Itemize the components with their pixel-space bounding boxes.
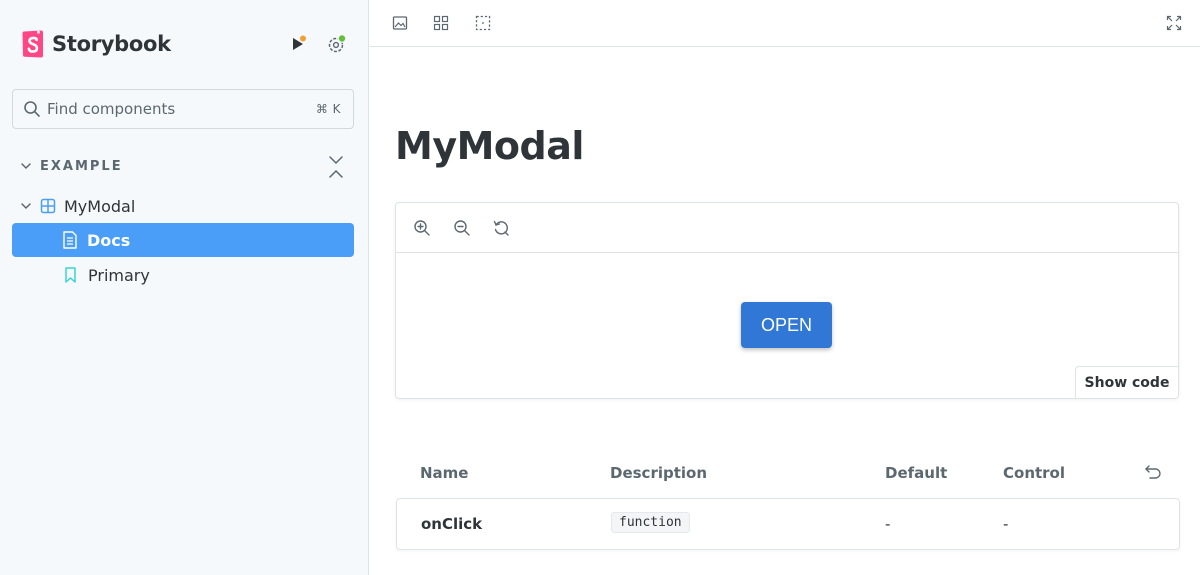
arg-default: - (885, 515, 891, 533)
sidebar-item-label: MyModal (64, 196, 136, 216)
settings-gear-icon (328, 34, 347, 53)
column-header-description: Description (610, 464, 708, 482)
group-example[interactable]: EXAMPLE (20, 155, 350, 177)
table-row: onClick function - - (396, 498, 1180, 550)
brand-name: Storybook (52, 32, 171, 56)
toolbar-background-button[interactable] (389, 12, 411, 34)
toolbar-grid-button[interactable] (430, 12, 452, 34)
search-box[interactable]: ⌘ K (12, 89, 354, 129)
reset-zoom-button[interactable] (491, 218, 511, 238)
search-shortcut-hint: ⌘ K (315, 102, 341, 116)
zoom-in-button[interactable] (412, 218, 432, 238)
outline-icon (475, 15, 491, 31)
toolbar (370, 0, 1200, 47)
chevron-down-icon (21, 163, 31, 170)
column-header-name: Name (420, 464, 469, 482)
search-input[interactable] (47, 100, 316, 118)
arg-control: - (1003, 515, 1009, 533)
grid-icon (433, 15, 449, 31)
component-icon (40, 198, 56, 214)
fullscreen-icon (1166, 15, 1182, 31)
addons-play-button[interactable] (286, 32, 310, 56)
show-code-button[interactable]: Show code (1075, 366, 1178, 398)
arg-name: onClick (421, 515, 483, 533)
fullscreen-button[interactable] (1163, 12, 1185, 34)
reset-args-icon[interactable] (1144, 464, 1162, 480)
collapse-all-icon[interactable] (327, 154, 345, 180)
brand[interactable]: Storybook (22, 30, 171, 58)
column-header-control: Control (1003, 464, 1066, 482)
settings-button[interactable] (325, 32, 349, 56)
sidebar-item-label: Docs (87, 230, 131, 250)
toolbar-outline-button[interactable] (472, 12, 494, 34)
zoom-out-button[interactable] (452, 218, 472, 238)
sidebar: Storybook ⌘ K EXAMPLE (0, 0, 369, 575)
story-preview: OPEN Show code (395, 202, 1179, 399)
preview-toolbar (396, 203, 1178, 253)
chevron-down-icon (21, 203, 31, 210)
page-title: MyModal (395, 124, 584, 168)
sidebar-item-docs[interactable]: Docs (12, 223, 354, 257)
arg-type: function (611, 512, 690, 533)
sidebar-item-mymodal[interactable]: MyModal (20, 189, 354, 223)
search-icon (24, 101, 40, 117)
zoom-out-icon (454, 220, 470, 236)
storybook-logo-icon (22, 30, 43, 58)
reset-zoom-icon (493, 220, 509, 236)
column-header-default: Default (885, 464, 948, 482)
zoom-in-icon (414, 220, 430, 236)
document-icon (63, 231, 77, 249)
group-label: EXAMPLE (40, 158, 123, 174)
sidebar-item-primary[interactable]: Primary (12, 258, 354, 292)
image-icon (392, 16, 408, 30)
sidebar-item-label: Primary (88, 265, 150, 285)
bookmark-icon (65, 267, 76, 283)
play-icon (293, 34, 308, 50)
open-modal-button[interactable]: OPEN (741, 302, 832, 348)
